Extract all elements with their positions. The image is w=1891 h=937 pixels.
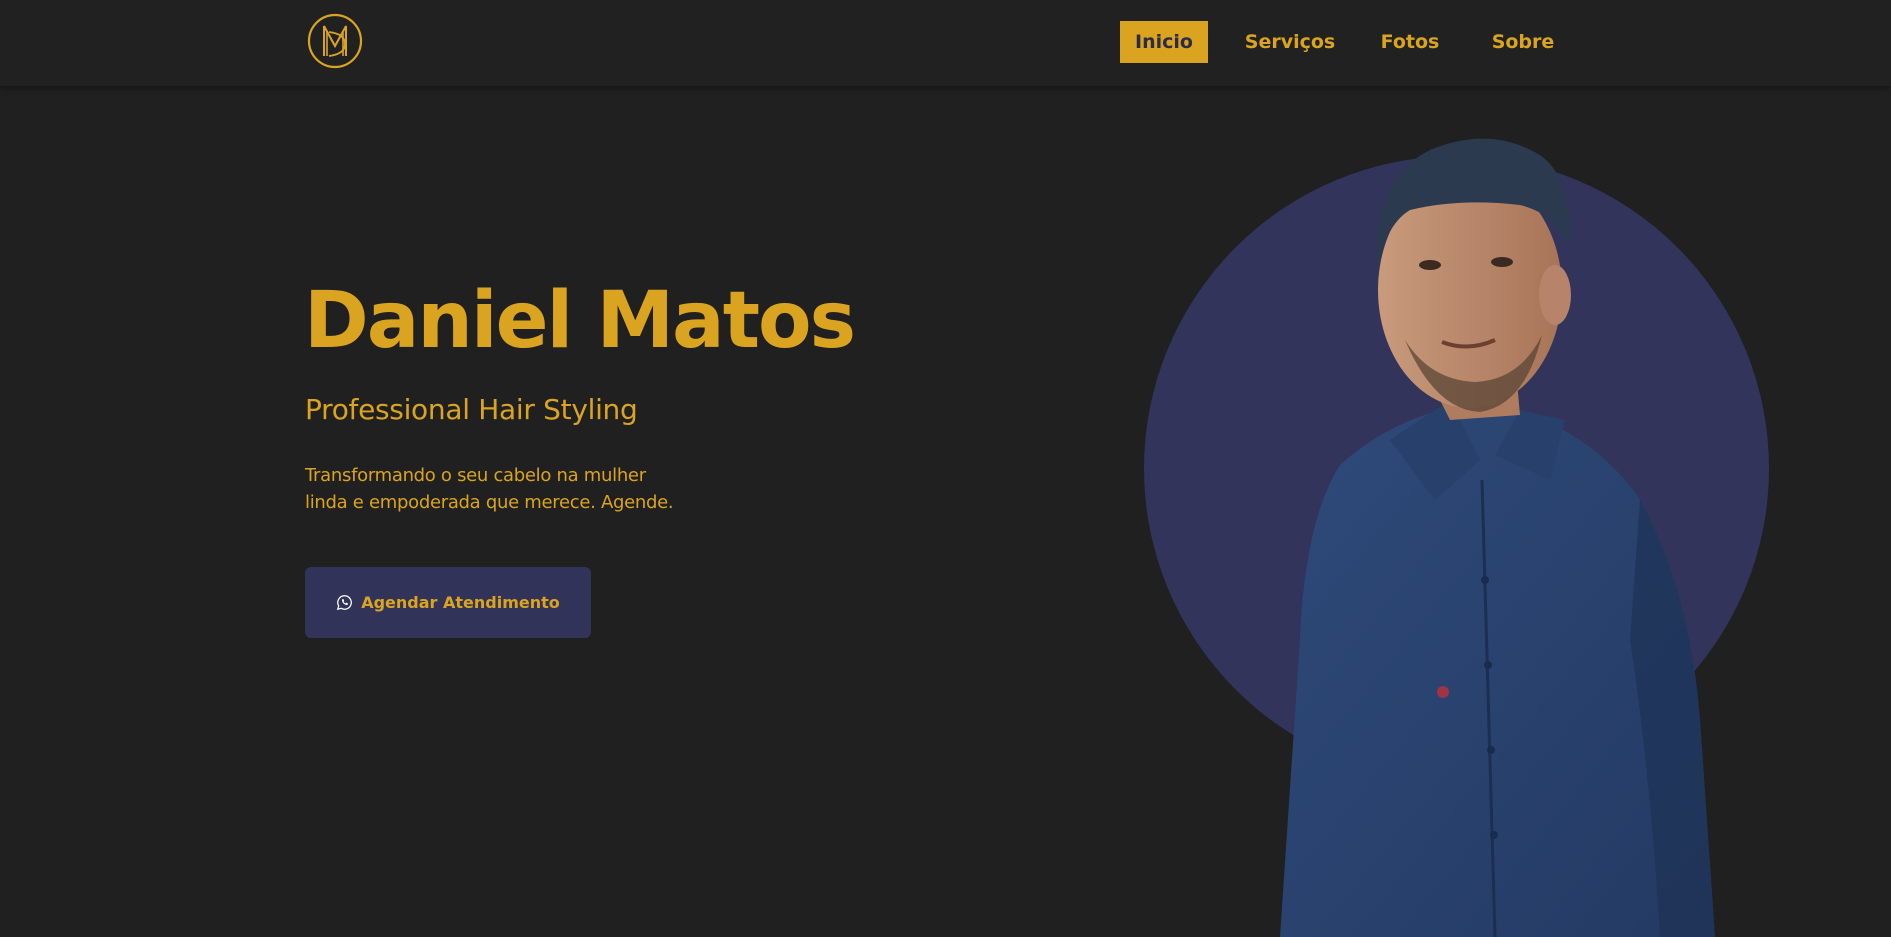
nav-item-sobre[interactable]: Sobre [1484, 21, 1562, 63]
page: Inicio Serviços Fotos Sobre Daniel Matos… [0, 0, 1891, 937]
nav-item-inicio[interactable]: Inicio [1120, 21, 1208, 63]
schedule-appointment-label: Agendar Atendimento [361, 593, 560, 612]
hero-subtitle: Professional Hair Styling [305, 393, 638, 426]
hero-title: Daniel Matos [304, 276, 856, 366]
main-nav: Inicio Serviços Fotos Sobre [1120, 21, 1562, 63]
hero-description: Transformando o seu cabelo na mulher lin… [305, 465, 674, 513]
md-monogram-logo-icon[interactable] [305, 12, 365, 70]
nav-item-servicos[interactable]: Serviços [1240, 21, 1340, 63]
site-header: Inicio Serviços Fotos Sobre [0, 0, 1891, 86]
hero-portrait [1280, 138, 1715, 937]
whatsapp-icon [337, 595, 353, 611]
nav-item-fotos[interactable]: Fotos [1370, 21, 1450, 63]
schedule-appointment-button[interactable]: Agendar Atendimento [305, 567, 591, 638]
